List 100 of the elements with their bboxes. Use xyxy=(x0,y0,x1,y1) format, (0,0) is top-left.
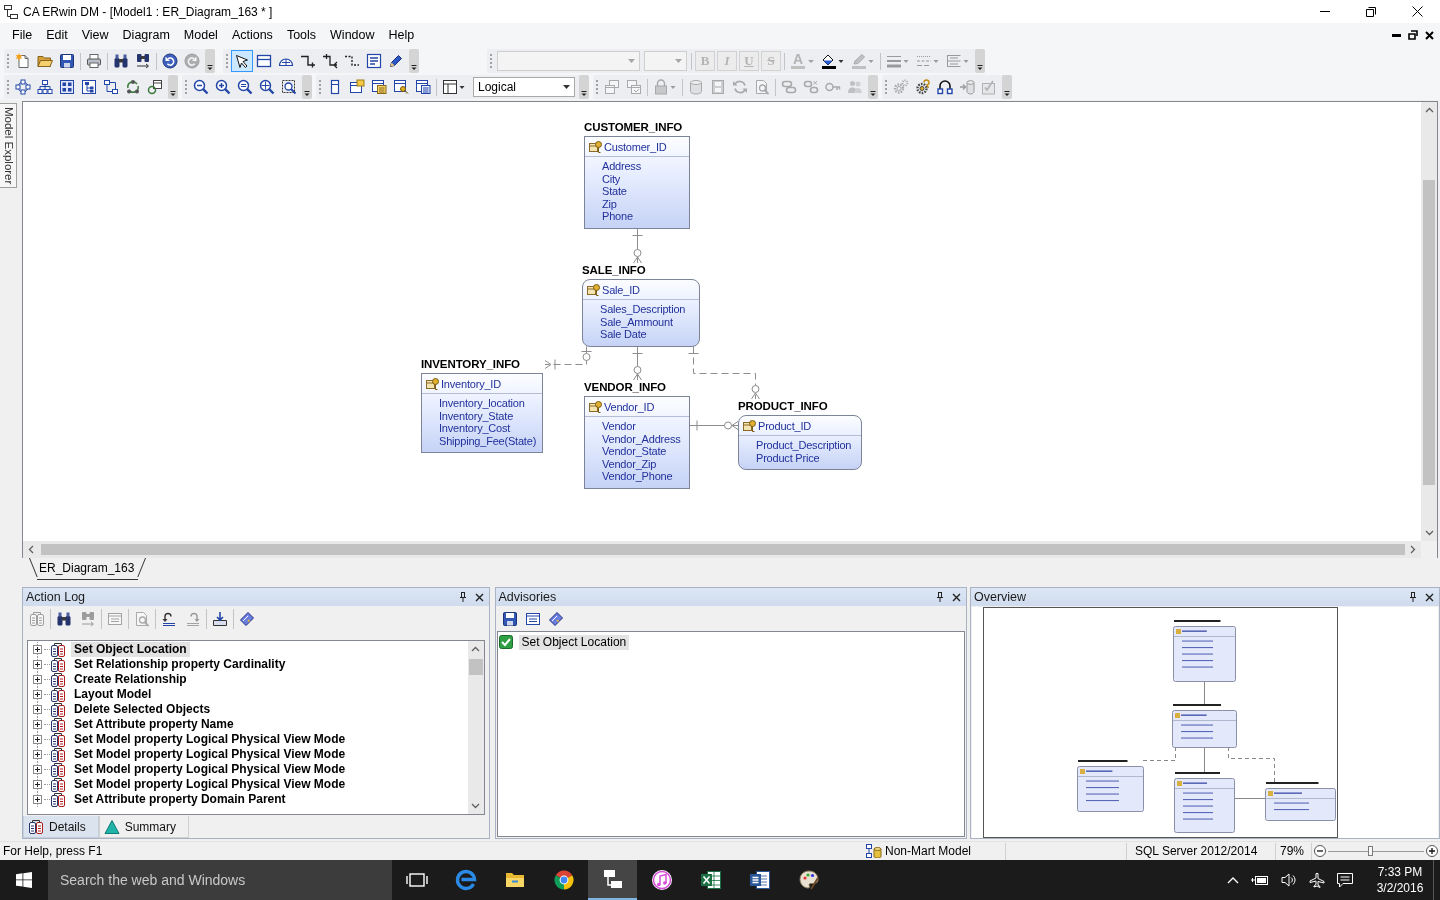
menu-item[interactable]: Help xyxy=(381,28,422,42)
text-box-icon[interactable] xyxy=(366,53,382,69)
close-icon[interactable] xyxy=(1425,30,1434,40)
plus-box-icon[interactable] xyxy=(33,690,42,699)
log-entry[interactable]: Create Relationship xyxy=(71,672,190,687)
plus-circle-icon[interactable] xyxy=(1426,845,1438,857)
view-mode-dropdown[interactable]: Logical xyxy=(473,77,575,97)
menu-item[interactable]: View xyxy=(74,28,116,42)
toolbar-overflow-icon[interactable] xyxy=(1002,75,1012,99)
log-entry[interactable]: Set Model property Logical Physical View Mode xyxy=(71,747,349,762)
dashed-elbow-icon[interactable] xyxy=(344,53,360,69)
chevron-down-icon[interactable] xyxy=(1424,530,1434,536)
paint-bucket-icon[interactable] xyxy=(821,53,846,69)
orthogonal-nodes-icon[interactable] xyxy=(103,79,119,95)
card-list-icon[interactable] xyxy=(415,79,431,95)
scrollbar-thumb[interactable] xyxy=(41,544,1405,555)
chevron-left-icon[interactable] xyxy=(28,545,34,554)
book-icon[interactable] xyxy=(239,611,255,627)
log-entry[interactable]: Set Model property Logical Physical View Mode xyxy=(71,762,349,777)
message-icon[interactable] xyxy=(1337,872,1353,888)
plus-box-icon[interactable] xyxy=(33,780,42,789)
plus-box-icon[interactable] xyxy=(33,795,42,804)
hierarchy-icon[interactable] xyxy=(37,79,53,95)
chevron-right-icon[interactable] xyxy=(1410,545,1416,554)
window-cycle-icon[interactable] xyxy=(147,79,163,95)
menu-item[interactable]: Edit xyxy=(39,28,75,42)
scrollbar[interactable] xyxy=(1421,102,1437,541)
log-entry[interactable]: Layout Model xyxy=(71,687,155,702)
menu-item[interactable]: Diagram xyxy=(115,28,177,42)
toolbar-overflow-icon[interactable] xyxy=(579,75,589,99)
zoom-in-icon[interactable] xyxy=(215,79,231,95)
diagram-tab[interactable]: ER_Diagram_163 xyxy=(29,558,147,580)
menu-item[interactable]: Actions xyxy=(224,28,280,42)
slider-thumb[interactable] xyxy=(1368,845,1374,856)
plus-box-icon[interactable] xyxy=(33,750,42,759)
log-entry[interactable]: Set Model property Logical Physical View Mode xyxy=(71,732,349,747)
pen-icon[interactable] xyxy=(388,53,404,69)
node-grid-icon[interactable] xyxy=(59,79,75,95)
window-panes-icon[interactable] xyxy=(442,79,466,95)
plus-box-icon[interactable] xyxy=(33,765,42,774)
search-field[interactable]: Search the web and Windows xyxy=(48,860,392,900)
menu-item[interactable]: Model xyxy=(176,28,225,42)
folder-icon[interactable] xyxy=(37,53,53,69)
scrollbar[interactable] xyxy=(23,541,1421,558)
plus-box-icon[interactable] xyxy=(33,735,42,744)
card-table-icon[interactable] xyxy=(371,79,387,95)
cycle-nodes-icon[interactable] xyxy=(125,79,141,95)
zoom-equal-icon[interactable] xyxy=(237,79,253,95)
zoom-out-icon[interactable] xyxy=(193,79,209,95)
card-note-icon[interactable] xyxy=(349,79,365,95)
taskbar-button[interactable] xyxy=(588,860,637,900)
minimize-icon[interactable] xyxy=(1392,33,1401,37)
side-panel-tab[interactable]: Model Explorer xyxy=(0,103,17,189)
new-page-icon[interactable] xyxy=(15,53,31,69)
chevron-down-icon[interactable] xyxy=(471,803,480,809)
log-entry[interactable]: Set Model property Logical Physical View Mode xyxy=(71,777,349,792)
clock-date[interactable]: 3/2/2016 xyxy=(1376,880,1424,896)
close-icon[interactable] xyxy=(1411,6,1423,17)
zoom-slider[interactable] xyxy=(1328,845,1424,857)
toolbar-overflow-icon[interactable] xyxy=(409,49,419,73)
plus-box-icon[interactable] xyxy=(33,645,42,654)
pin-icon[interactable] xyxy=(936,592,944,602)
plus-box-icon[interactable] xyxy=(33,720,42,729)
card-key-icon[interactable] xyxy=(393,79,409,95)
minus-circle-icon[interactable] xyxy=(1314,845,1326,857)
zoom-frame-icon[interactable] xyxy=(281,79,297,95)
plus-box-icon[interactable] xyxy=(33,675,42,684)
clock-time[interactable]: 7:33 PM xyxy=(1377,864,1423,880)
close-icon[interactable] xyxy=(1425,592,1434,602)
scrollbar-thumb[interactable] xyxy=(1423,180,1435,485)
scrollbar-thumb[interactable] xyxy=(468,659,483,675)
gear-key-icon[interactable] xyxy=(915,79,931,95)
airplane-icon[interactable] xyxy=(1309,872,1325,888)
binoculars-arrow-icon[interactable] xyxy=(135,53,151,69)
binoculars-icon[interactable] xyxy=(56,611,72,627)
plus-box-icon[interactable] xyxy=(33,660,42,669)
toolbar-overflow-icon[interactable] xyxy=(205,49,215,73)
elbow-line-icon[interactable] xyxy=(300,53,316,69)
toolbar-overflow-icon[interactable] xyxy=(302,75,312,99)
restore-icon[interactable] xyxy=(1408,30,1418,40)
menu-item[interactable]: Window xyxy=(323,28,382,42)
restore-icon[interactable] xyxy=(1366,6,1376,17)
list-page-icon[interactable] xyxy=(525,610,541,627)
tree-nodes-icon[interactable] xyxy=(81,79,97,95)
plus-box-icon[interactable] xyxy=(33,705,42,714)
binoculars-icon[interactable] xyxy=(113,53,129,69)
scrollbar[interactable] xyxy=(467,641,484,814)
entity-box-icon[interactable] xyxy=(256,53,272,69)
log-entry[interactable]: Set Attribute property Name xyxy=(71,717,237,732)
speaker-icon[interactable] xyxy=(1281,873,1297,887)
close-icon[interactable] xyxy=(952,592,961,602)
log-entry[interactable]: Set Object Location xyxy=(71,642,190,657)
panel-tab[interactable]: Details xyxy=(23,816,99,838)
toolbar-overflow-icon[interactable] xyxy=(168,75,178,99)
pin-icon[interactable] xyxy=(1409,592,1417,602)
menu-item[interactable]: Tools xyxy=(279,28,324,42)
log-entry[interactable]: Delete Selected Objects xyxy=(71,702,214,717)
zoom-crosshair-icon[interactable] xyxy=(259,79,275,95)
log-entry[interactable]: Set Relationship property Cardinality xyxy=(71,657,289,672)
close-icon[interactable] xyxy=(474,592,484,602)
